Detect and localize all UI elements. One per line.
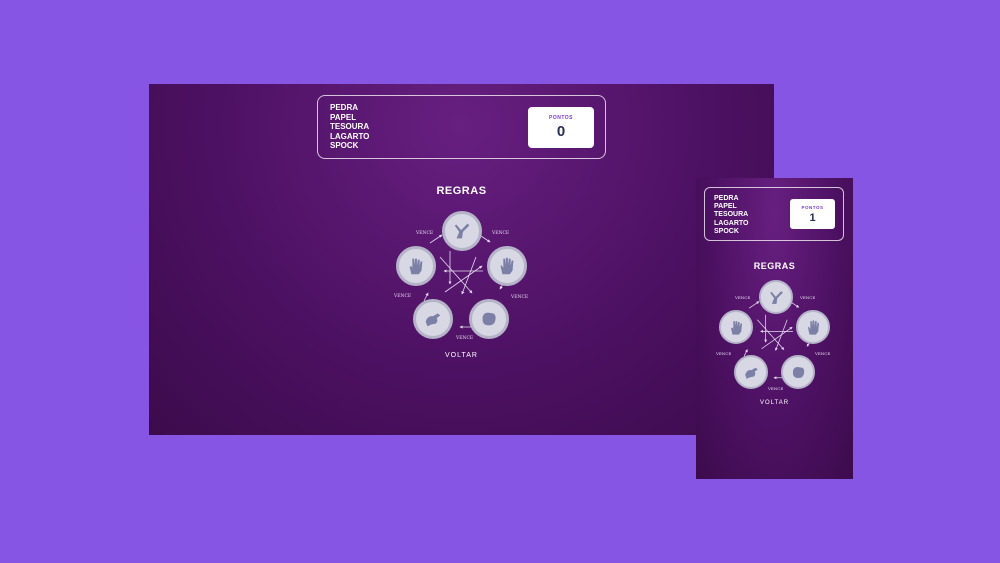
- beats-label: VENCE: [394, 294, 412, 299]
- rules-diagram: VENCE VENCE VENCE VENCE VENCE: [715, 280, 837, 396]
- beats-label: VENCE: [511, 295, 529, 300]
- score-value: 1: [809, 211, 816, 224]
- choice-lagarto[interactable]: [734, 355, 768, 389]
- beats-label: VENCE: [416, 231, 434, 236]
- lizard-hand-icon: [425, 313, 441, 327]
- choice-spock[interactable]: [396, 246, 436, 286]
- paper-hand-icon: [500, 257, 514, 275]
- beats-label: VENCE: [815, 351, 831, 356]
- score-value: 0: [556, 123, 566, 140]
- lizard-hand-icon: [744, 367, 758, 379]
- title-spock: SPOCK: [330, 141, 359, 151]
- beats-label: VENCE: [456, 336, 474, 341]
- title-pedra: PEDRA: [714, 195, 739, 202]
- game-title: PEDRA PAPEL TESOURA LAGARTO SPOCK: [330, 104, 369, 152]
- beats-label: VENCE: [735, 295, 751, 300]
- spock-hand-icon: [409, 258, 423, 275]
- rules-diagram: VENCE VENCE VENCE VENCE VENCE: [390, 209, 535, 349]
- choice-pedra[interactable]: [469, 299, 509, 339]
- title-tesoura: TESOURA: [330, 122, 370, 132]
- score-header: PEDRA PAPEL TESOURA LAGARTO SPOCK PONTOS…: [317, 95, 606, 159]
- choice-papel[interactable]: [796, 310, 830, 344]
- rules-title: REGRAS: [753, 261, 796, 271]
- choice-spock[interactable]: [719, 310, 753, 344]
- choice-tesoura[interactable]: [442, 211, 482, 251]
- title-spock: SPOCK: [714, 227, 739, 235]
- title-papel: PAPEL: [330, 112, 357, 122]
- score-box: PONTOS 1: [790, 199, 835, 229]
- beats-label: VENCE: [768, 386, 784, 391]
- beats-label: VENCE: [800, 295, 816, 300]
- paper-hand-icon: [807, 319, 819, 335]
- rock-fist-icon: [482, 312, 496, 326]
- game-title: PEDRA PAPEL TESOURA LAGARTO SPOCK: [714, 195, 748, 236]
- spock-hand-icon: [730, 320, 742, 335]
- choice-lagarto[interactable]: [413, 299, 453, 339]
- choice-tesoura[interactable]: [759, 280, 793, 314]
- score-label: PONTOS: [548, 115, 574, 121]
- scissors-icon: [769, 290, 783, 304]
- back-button[interactable]: VOLTAR: [149, 352, 774, 359]
- scissors-icon: [454, 223, 470, 239]
- score-label: PONTOS: [801, 204, 824, 210]
- back-button[interactable]: VOLTAR: [696, 400, 853, 406]
- choice-papel[interactable]: [487, 246, 527, 286]
- title-lagarto: LAGARTO: [330, 131, 370, 141]
- score-header: PEDRA PAPEL TESOURA LAGARTO SPOCK PONTOS…: [704, 187, 844, 241]
- score-box: PONTOS 0: [528, 107, 594, 148]
- title-lagarto: LAGARTO: [714, 219, 749, 227]
- title-pedra: PEDRA: [330, 103, 359, 112]
- title-papel: PAPEL: [714, 203, 737, 211]
- rules-title: REGRAS: [436, 185, 487, 197]
- mobile-screen: PEDRA PAPEL TESOURA LAGARTO SPOCK PONTOS…: [696, 178, 853, 479]
- choice-pedra[interactable]: [781, 355, 815, 389]
- rock-fist-icon: [792, 366, 804, 378]
- title-tesoura: TESOURA: [714, 211, 749, 219]
- desktop-screen: PEDRA PAPEL TESOURA LAGARTO SPOCK PONTOS…: [149, 84, 774, 435]
- beats-label: VENCE: [492, 231, 510, 236]
- beats-label: VENCE: [716, 351, 732, 356]
